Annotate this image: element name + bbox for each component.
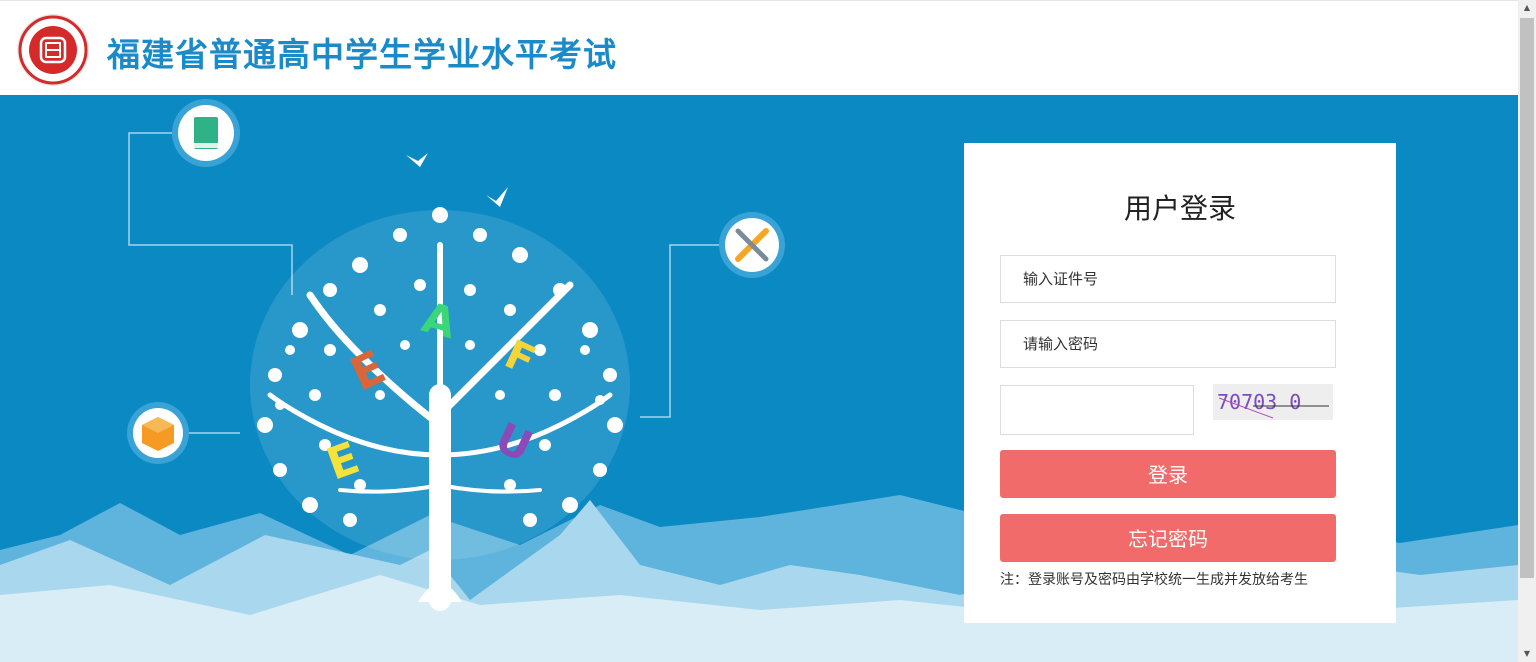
site-header: 福建省普通高中学生学业水平考试 bbox=[0, 0, 1518, 96]
tools-icon bbox=[719, 212, 785, 278]
id-number-input[interactable] bbox=[1000, 255, 1336, 303]
book-icon bbox=[172, 99, 240, 167]
scroll-up-icon[interactable]: ▲ bbox=[1518, 0, 1536, 16]
captcha-input[interactable] bbox=[1000, 385, 1194, 435]
login-note: 注：登录账号及密码由学校统一生成并发放给考生 bbox=[1000, 572, 1308, 588]
scroll-down-icon[interactable]: ▼ bbox=[1518, 646, 1536, 662]
forgot-password-button[interactable]: 忘记密码 bbox=[1000, 514, 1336, 562]
password-input[interactable] bbox=[1000, 320, 1336, 368]
captcha-image[interactable]: 70703 0 bbox=[1213, 384, 1333, 420]
cube-icon bbox=[127, 402, 189, 464]
login-panel: 用户登录 70703 0 登录 忘记密码 注：登录账号及密码由学校统一生成并发放… bbox=[964, 143, 1396, 623]
page-title: 福建省普通高中学生学业水平考试 bbox=[107, 35, 617, 74]
scrollbar-thumb[interactable] bbox=[1520, 18, 1534, 578]
vertical-scrollbar[interactable]: ▲ ▼ bbox=[1518, 0, 1536, 662]
login-title: 用户登录 bbox=[1123, 192, 1236, 225]
banner: A E F E U 用户登录 70703 0 bbox=[0, 95, 1518, 662]
exam-board-seal-icon bbox=[17, 14, 89, 86]
login-button[interactable]: 登录 bbox=[1000, 450, 1336, 498]
